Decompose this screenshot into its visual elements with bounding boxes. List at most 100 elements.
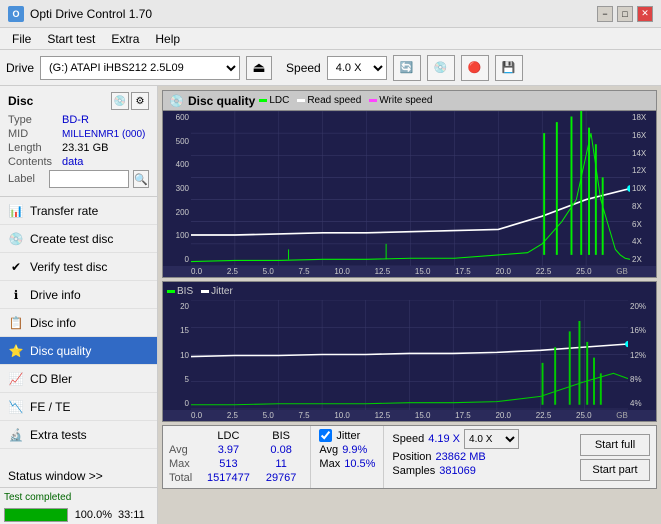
x-axis-top: 0.0 2.5 5.0 7.5 10.0 12.5 15.0 17.5 20.0… (163, 266, 656, 277)
menu-extra[interactable]: Extra (103, 30, 147, 48)
speed-select-stat[interactable]: 4.0 X (464, 429, 519, 449)
drive-select[interactable]: (G:) ATAPI iHBS212 2.5L09 (40, 56, 240, 80)
verify-test-disc-icon: ✔ (8, 259, 24, 275)
total-bis-value: 29767 (258, 471, 305, 485)
bottom-chart-legend: BIS Jitter (163, 282, 656, 300)
write-speed-legend-dot (369, 99, 377, 102)
extra-tests-icon: 🔬 (8, 427, 24, 443)
bottom-chart-svg (191, 300, 628, 410)
nav-cd-bler[interactable]: 📈 CD Bler (0, 365, 157, 393)
nav-disc-quality[interactable]: ⭐ Disc quality (0, 337, 157, 365)
mid-value: MILLENMR1 (000) (62, 129, 145, 140)
x-axis-bottom: 0.0 2.5 5.0 7.5 10.0 12.5 15.0 17.5 20.0… (163, 410, 656, 421)
jitter-legend-label: Jitter (211, 286, 233, 297)
mid-label: MID (8, 128, 58, 140)
ldc-bis-table: LDC BIS Avg 3.97 0.08 Max 513 11 Total (163, 426, 310, 488)
y-axis-right-top: 18X 16X 14X 12X 10X 8X 6X 4X 2X (630, 111, 656, 266)
top-chart-svg-area (191, 111, 630, 266)
jitter-header: Jitter (319, 429, 375, 442)
nav-verify-test-disc[interactable]: ✔ Verify test disc (0, 253, 157, 281)
jitter-checkbox[interactable] (319, 429, 332, 442)
type-value: BD-R (62, 114, 89, 126)
top-chart-body: 600 500 400 300 200 100 0 (163, 111, 656, 266)
jitter-avg-value: 9.9% (342, 444, 367, 456)
title-bar: O Opti Drive Control 1.70 − □ ✕ (0, 0, 661, 28)
ldc-col-header: LDC (199, 429, 258, 443)
length-value: 23.31 GB (62, 142, 108, 154)
disc-quality-icon: ⭐ (8, 343, 24, 359)
refresh-button[interactable]: 🔄 (393, 55, 421, 81)
nav-disc-info[interactable]: 📋 Disc info (0, 309, 157, 337)
status-window-button[interactable]: Status window >> (0, 464, 157, 488)
avg-row-label: Avg (169, 443, 199, 457)
bis-col-header: BIS (258, 429, 305, 443)
ldc-legend-label: LDC (269, 95, 289, 106)
nav-label-disc-quality: Disc quality (30, 344, 91, 358)
maximize-button[interactable]: □ (617, 6, 633, 22)
progress-bar-inner (5, 509, 67, 521)
menu-start-test[interactable]: Start test (39, 30, 103, 48)
sidebar: Disc 💿 ⚙ Type BD-R MID MILLENMR1 (000) L… (0, 86, 158, 524)
minimize-button[interactable]: − (597, 6, 613, 22)
chart-legend: LDC Read speed Write speed (259, 95, 432, 106)
position-row: Position 23862 MB (392, 451, 519, 463)
contents-value: data (62, 156, 83, 168)
contents-label: Contents (8, 156, 58, 168)
erase-button[interactable]: 🔴 (461, 55, 489, 81)
menu-help[interactable]: Help (147, 30, 188, 48)
cd-bler-icon: 📈 (8, 371, 24, 387)
main-content: Disc 💿 ⚙ Type BD-R MID MILLENMR1 (000) L… (0, 86, 661, 524)
nav-label-transfer-rate: Transfer rate (30, 204, 98, 218)
action-buttons: Start full Start part (574, 426, 656, 488)
nav-fe-te[interactable]: 📉 FE / TE (0, 393, 157, 421)
jitter-legend-dot (201, 290, 209, 293)
avg-bis-value: 0.08 (258, 443, 305, 457)
nav-label-extra-tests: Extra tests (30, 428, 87, 442)
speed-row: Speed 4.19 X 4.0 X (392, 429, 519, 449)
nav-extra-tests[interactable]: 🔬 Extra tests (0, 421, 157, 449)
drive-label: Drive (6, 61, 34, 75)
chart-title: Disc quality (188, 94, 255, 108)
label-label: Label (8, 173, 45, 185)
save-button[interactable]: 💾 (495, 55, 523, 81)
samples-label: Samples (392, 465, 435, 477)
nav-transfer-rate[interactable]: 📊 Transfer rate (0, 197, 157, 225)
progress-area: Test completed (0, 488, 157, 506)
nav-label-verify-test-disc: Verify test disc (30, 260, 107, 274)
menu-file[interactable]: File (4, 30, 39, 48)
close-button[interactable]: ✕ (637, 6, 653, 22)
jitter-max-value: 10.5% (344, 458, 375, 470)
bis-legend-label: BIS (177, 286, 193, 297)
burn-button[interactable]: 💿 (427, 55, 455, 81)
bottom-chart-panel: BIS Jitter 20 15 10 5 0 (162, 281, 657, 422)
top-chart-panel: 💿 Disc quality LDC Read speed Write spee… (162, 90, 657, 278)
jitter-avg-row: Avg 9.9% (319, 444, 375, 456)
drive-info-icon: ℹ (8, 287, 24, 303)
jitter-stats: Jitter Avg 9.9% Max 10.5% (311, 426, 383, 488)
read-speed-legend-label: Read speed (307, 95, 361, 106)
eject-button[interactable]: ⏏ (246, 56, 272, 80)
position-label: Position (392, 451, 431, 463)
start-part-button[interactable]: Start part (580, 459, 650, 481)
nav-label-fe-te: FE / TE (30, 400, 70, 414)
speed-stats: Speed 4.19 X 4.0 X Position 23862 MB Sam… (384, 426, 527, 488)
start-full-button[interactable]: Start full (580, 434, 650, 456)
avg-ldc-value: 3.97 (199, 443, 258, 457)
jitter-max-row: Max 10.5% (319, 458, 375, 470)
length-label: Length (8, 142, 58, 154)
nav-drive-info[interactable]: ℹ Drive info (0, 281, 157, 309)
speed-select[interactable]: 4.0 X (327, 56, 387, 80)
y-axis-right-bottom: 20% 16% 12% 8% 4% (628, 300, 656, 410)
label-input[interactable] (49, 170, 129, 188)
nav-label-cd-bler: CD Bler (30, 372, 72, 386)
disc-settings-icon[interactable]: ⚙ (131, 92, 149, 110)
label-search-button[interactable]: 🔍 (133, 170, 149, 188)
progress-bar-outer (4, 508, 68, 522)
app-title: Opti Drive Control 1.70 (30, 7, 152, 21)
top-chart-svg (191, 111, 630, 266)
y-axis-left-bottom: 20 15 10 5 0 (163, 300, 191, 410)
nav-create-test-disc[interactable]: 💿 Create test disc (0, 225, 157, 253)
ldc-legend-dot (259, 99, 267, 102)
type-label: Type (8, 114, 58, 126)
status-text: Test completed (4, 492, 71, 503)
